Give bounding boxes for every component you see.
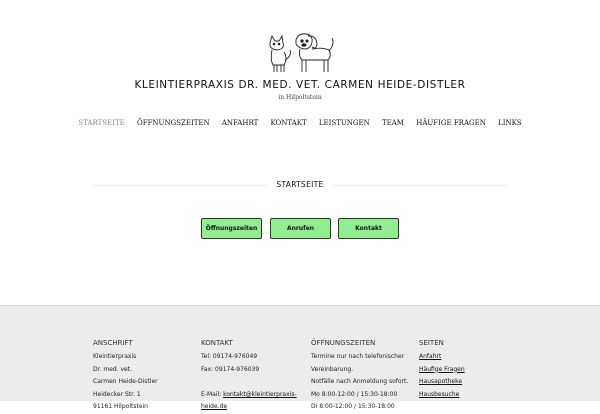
nav-item-kontakt[interactable]: KONTAKT <box>271 119 307 127</box>
nav-item-links[interactable]: LINKS <box>498 119 522 127</box>
nav-item-startseite[interactable]: STARTSEITE <box>78 119 124 127</box>
footer-hours-line: Termine nur nach telefonischer <box>311 353 405 360</box>
site-title[interactable]: KLEINTIERPRAXIS DR. MED. VET. CARMEN HEI… <box>0 79 600 91</box>
site-header: KLEINTIERPRAXIS DR. MED. VET. CARMEN HEI… <box>0 0 600 305</box>
footer-email-prefix: E-Mail: <box>201 390 224 398</box>
cat-and-dog-drawing-icon <box>269 33 334 72</box>
footer-hours-line: Notfälle nach Anmeldung sofort. <box>311 378 409 386</box>
nav-item-oeffnungszeiten[interactable]: ÖFFNUNGSZEITEN <box>137 119 210 127</box>
site-footer: ANSCHRIFT Kleintierpraxis Dr. med. vet. … <box>0 305 600 410</box>
footer-spacer <box>201 376 297 389</box>
main-nav: STARTSEITE ÖFFNUNGSZEITEN ANFAHRT KONTAK… <box>0 119 600 127</box>
page-title: STARTSEITE <box>268 180 332 189</box>
footer-oeffnungszeiten-heading: ÖFFNUNGSZEITEN <box>311 339 376 347</box>
footer-email: E-Mail: kontakt@kleintierpraxis- <box>201 389 297 402</box>
footer-oeffnungszeiten: ÖFFNUNGSZEITEN Termine nur nach telefoni… <box>311 337 408 414</box>
kontakt-button[interactable]: Kontakt <box>338 218 399 239</box>
footer-link-haeufige-fragen[interactable]: Häufige Fragen <box>419 366 465 373</box>
footer-email-link-cont[interactable]: heide.de <box>201 403 227 410</box>
site-subtitle: in Hilpoltstein <box>278 94 322 101</box>
footer-phone: Tel: 09174-976049 <box>201 353 258 360</box>
footer-hours-line: Mo 8:00-12:00 / 15:30-18:00 <box>311 390 398 398</box>
oeffnungszeiten-button[interactable]: Öffnungszeiten <box>201 218 262 239</box>
nav-item-anfahrt[interactable]: ANFAHRT <box>222 119 258 127</box>
footer-fax: Fax: 09174-976039 <box>201 365 260 373</box>
footer-address-line: 91161 Hilpoltstein <box>93 403 148 411</box>
footer-seiten: SEITEN Anfahrt Häufige Fragen Hausapothe… <box>419 337 465 401</box>
footer-address-line: Dr. med. vet. <box>93 365 133 373</box>
footer-link-hausbesuche[interactable]: Hausbesuche <box>419 391 459 398</box>
footer-link-anfahrt[interactable]: Anfahrt <box>419 353 441 360</box>
footer-hours-line: Vereinbarung. <box>311 365 354 373</box>
nav-item-haeufige-fragen[interactable]: HÄUFIGE FRAGEN <box>416 119 486 127</box>
footer-email-link[interactable]: kontakt@kleintierpraxis- <box>223 391 297 398</box>
footer-kontakt: KONTAKT Tel: 09174-976049 Fax: 09174-976… <box>201 337 297 414</box>
footer-address-line: Kleintierpraxis <box>93 353 137 360</box>
footer-link-hausapotheke[interactable]: Hausapotheke <box>419 378 462 385</box>
footer-seiten-heading: SEITEN <box>419 339 444 347</box>
footer-address-line: Carmen Heide-Distler <box>93 378 158 386</box>
nav-item-team[interactable]: TEAM <box>382 119 404 127</box>
nav-item-leistungen[interactable]: LEISTUNGEN <box>319 119 370 127</box>
footer-address-line: Heidecker Str. 1 <box>93 390 141 398</box>
footer-kontakt-heading: KONTAKT <box>201 339 233 347</box>
anrufen-button[interactable]: Anrufen <box>270 218 331 239</box>
footer-anschrift: ANSCHRIFT Kleintierpraxis Dr. med. vet. … <box>93 337 158 414</box>
footer-anschrift-heading: ANSCHRIFT <box>93 339 133 347</box>
footer-hours-line: Di 8:00-12:00 / 15:30-18:00 <box>311 403 395 411</box>
